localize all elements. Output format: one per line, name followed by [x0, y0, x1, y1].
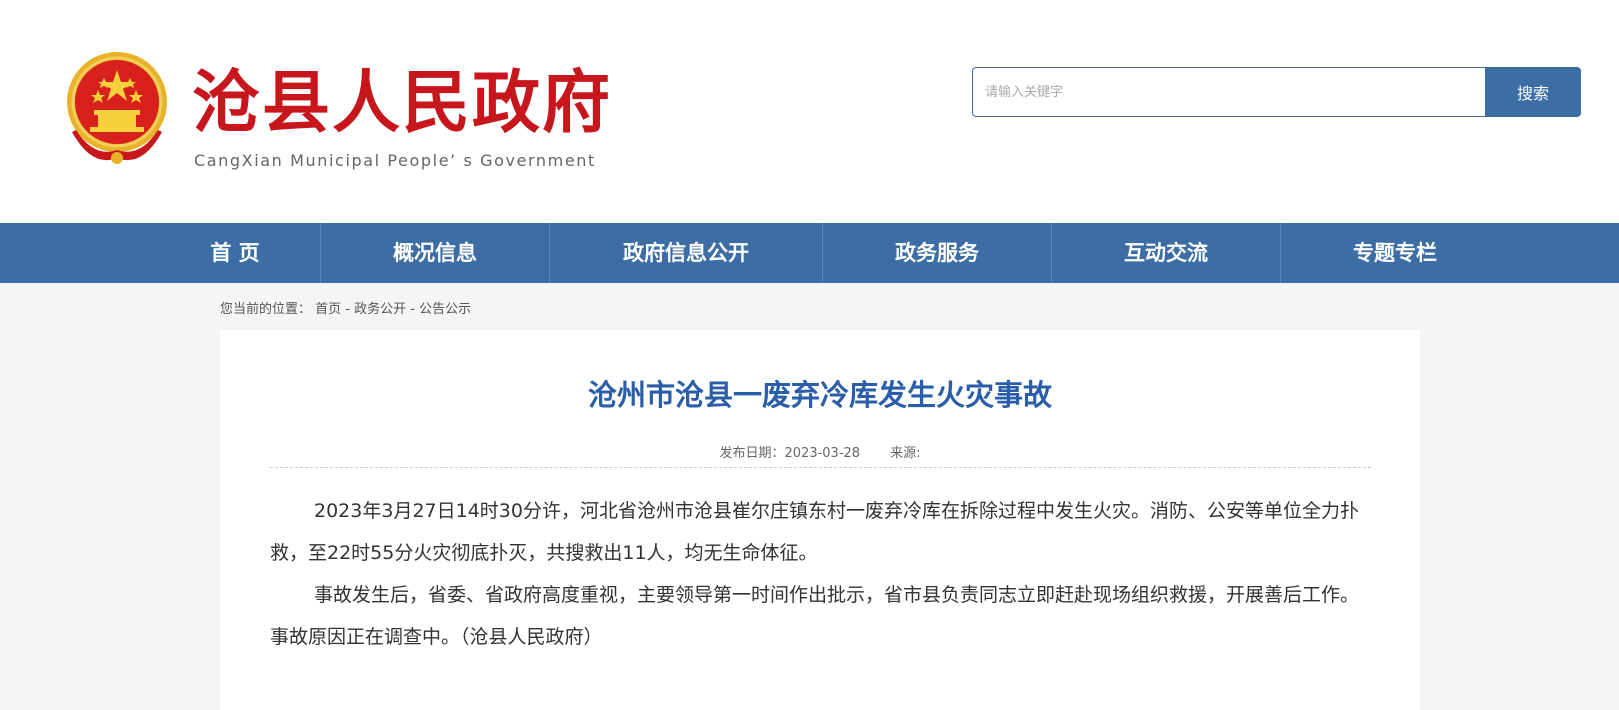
article-paragraph: 2023年3月27日14时30分许，河北省沧州市沧县崔尔庄镇东村一废弃冷库在拆除…	[270, 500, 1359, 564]
nav-item-interaction[interactable]: 互动交流	[1052, 223, 1280, 283]
article-source: 来源:	[890, 446, 921, 461]
nav-item-special-topics[interactable]: 专题专栏	[1281, 223, 1509, 283]
breadcrumb-prefix: 您当前的位置：	[220, 302, 312, 317]
search-button[interactable]: 搜索	[1485, 67, 1581, 117]
article-paragraph: 事故发生后，省委、省政府高度重视，主要领导第一时间作出批示，省市县负责同志立即赶…	[270, 584, 1360, 648]
nav-item-home[interactable]: 首 页	[150, 223, 320, 283]
nav-item-overview[interactable]: 概况信息	[321, 223, 549, 283]
nav-item-gov-info-disclosure[interactable]: 政府信息公开	[550, 223, 822, 283]
main-nav: 首 页 概况信息 政府信息公开 政务服务 互动交流 专题专栏	[0, 223, 1619, 283]
article-meta: 发布日期：2023-03-28 来源:	[220, 442, 1420, 461]
article-title: 沧州市沧县一废弃冷库发生火灾事故	[587, 378, 1052, 412]
article-panel: 沧州市沧县一废弃冷库发生火灾事故 发布日期：2023-03-28 来源: 2023…	[220, 330, 1420, 710]
breadcrumb: 您当前的位置： 首页 - 政务公开 - 公告公示	[220, 298, 471, 317]
breadcrumb-gov-affairs-link[interactable]: 政务公开	[354, 302, 406, 317]
nav-item-gov-services[interactable]: 政务服务	[823, 223, 1051, 283]
breadcrumb-home-link[interactable]: 首页	[315, 302, 341, 317]
search-input[interactable]	[972, 67, 1485, 117]
national-emblem-icon	[67, 52, 167, 164]
site-subtitle: CangXian Municipal People’ s Government	[194, 151, 596, 170]
site-header: 沧县人民政府 CangXian Municipal People’ s Gove…	[0, 0, 1619, 223]
breadcrumb-separator: -	[406, 302, 420, 317]
publish-date: 发布日期：2023-03-28	[719, 446, 861, 461]
site-title: 沧县人民政府	[192, 64, 613, 143]
breadcrumb-announcements-link[interactable]: 公告公示	[419, 302, 471, 317]
breadcrumb-separator: -	[341, 302, 355, 317]
meta-divider	[270, 467, 1371, 468]
